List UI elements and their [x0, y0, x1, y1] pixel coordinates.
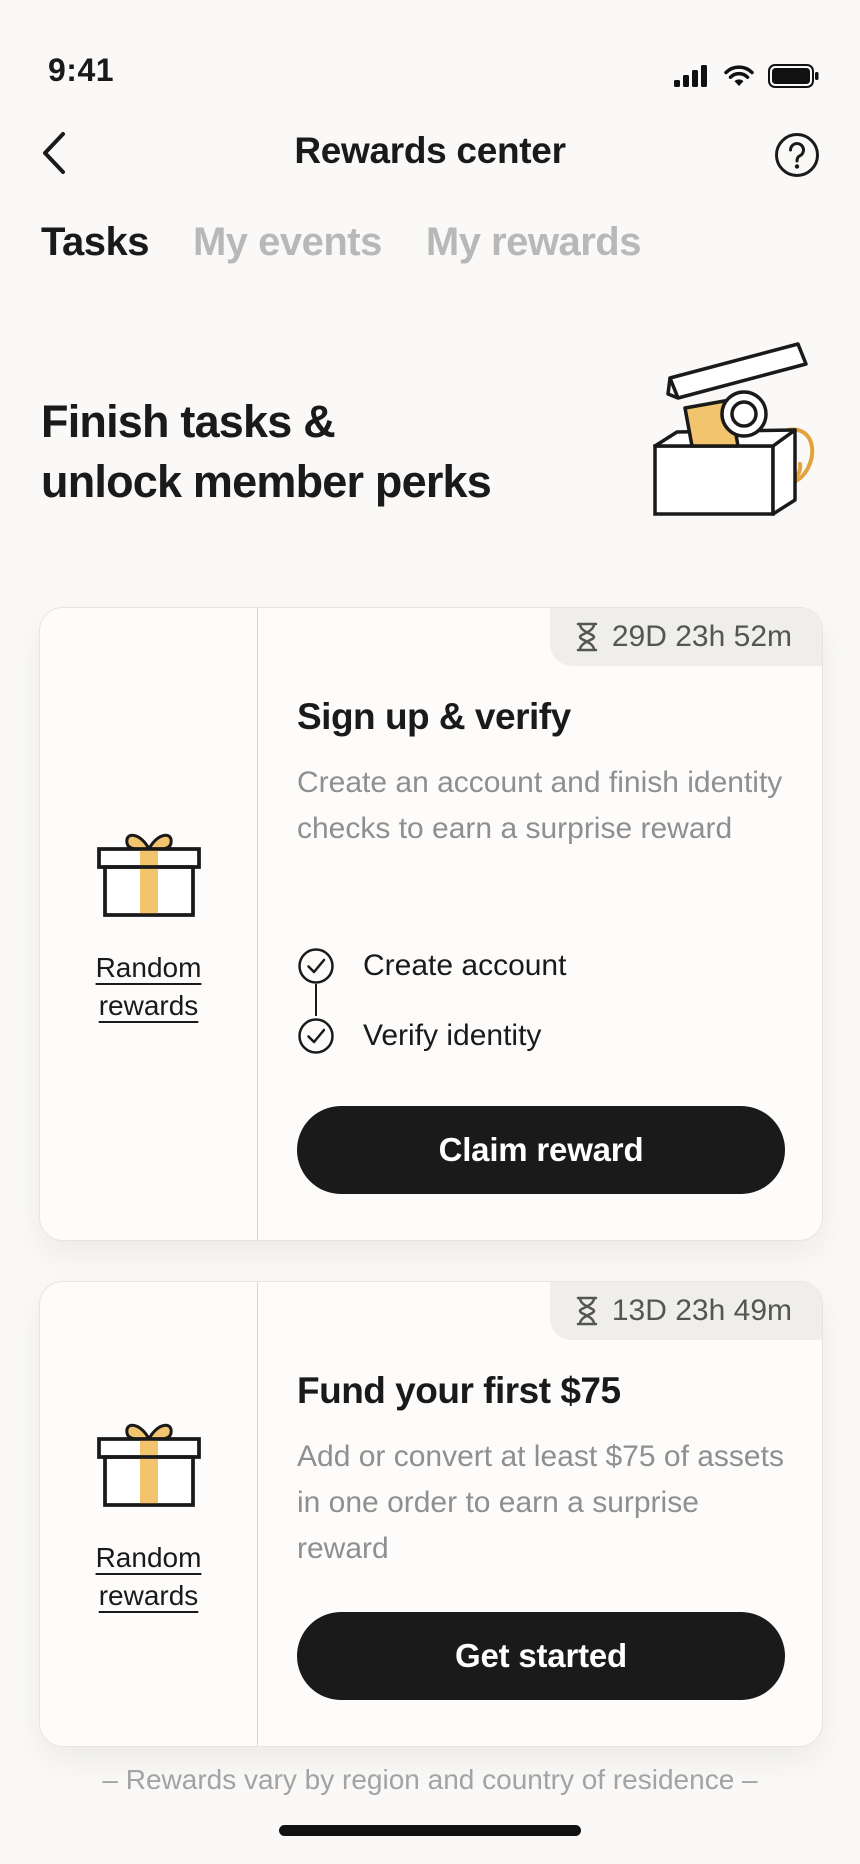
page-title: Rewards center	[294, 130, 566, 171]
help-button[interactable]	[774, 132, 820, 178]
hero-title-line-1: Finish tasks &	[41, 396, 336, 447]
task-card-sign-up: Random rewards 29D 23h 52m Sign up & ver…	[39, 607, 823, 1241]
random-rewards-link[interactable]: Random rewards	[96, 949, 202, 1025]
hero-title-line-2: unlock member perks	[41, 456, 492, 507]
random-rewards-line-2: rewards	[98, 990, 199, 1021]
reward-panel: Random rewards	[40, 608, 258, 1240]
step-item: Create account	[297, 946, 566, 986]
get-started-button[interactable]: Get started	[297, 1612, 785, 1700]
gift-icon	[96, 1423, 201, 1507]
region-footnote: – Rewards vary by region and country of …	[102, 1764, 758, 1795]
random-rewards-line-1: Random	[95, 952, 202, 983]
random-rewards-link[interactable]: Random rewards	[96, 1539, 202, 1615]
battery-icon	[768, 64, 819, 88]
home-indicator	[279, 1825, 581, 1836]
check-circle-icon	[298, 948, 334, 984]
cellular-signal-icon	[674, 65, 707, 87]
gift-icon	[96, 833, 201, 917]
wifi-icon	[724, 65, 754, 86]
task-description: Add or convert at least $75 of assets in…	[297, 1440, 784, 1565]
check-circle-icon	[298, 1018, 334, 1054]
question-circle-icon	[775, 133, 819, 177]
gift-box-illustration	[653, 342, 815, 516]
task-title: Fund your first $75	[297, 1370, 621, 1411]
tab-tasks[interactable]: Tasks	[41, 220, 149, 265]
step-label: Verify identity	[363, 1019, 542, 1052]
status-time: 9:41	[48, 52, 115, 88]
claim-reward-button[interactable]: Claim reward	[297, 1106, 785, 1194]
random-rewards-line-2: rewards	[98, 1580, 199, 1611]
task-card-fund: Random rewards 13D 23h 49m Fund your fir…	[39, 1281, 823, 1747]
task-title: Sign up & verify	[297, 696, 571, 737]
task-steps: Create account Verify identity	[297, 946, 566, 1056]
random-rewards-line-1: Random	[95, 1542, 202, 1573]
task-description: Create an account and finish identity ch…	[297, 766, 783, 845]
step-connector	[315, 984, 317, 1016]
step-label: Create account	[363, 949, 567, 982]
step-item: Verify identity	[297, 1016, 566, 1056]
tab-my-events[interactable]: My events	[193, 220, 382, 265]
hero-title: Finish tasks & unlock member perks	[41, 392, 561, 512]
status-icons	[674, 64, 820, 88]
reward-panel: Random rewards	[40, 1282, 258, 1746]
tab-bar: Tasks My events My rewards	[41, 220, 641, 265]
tab-my-rewards[interactable]: My rewards	[426, 220, 642, 265]
